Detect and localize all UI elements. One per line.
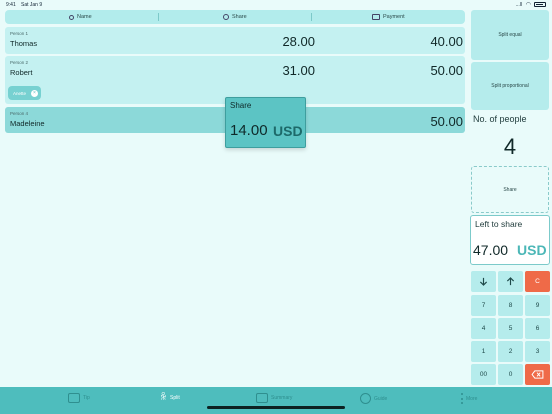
tab-more[interactable]: More	[460, 393, 477, 404]
tab-summary[interactable]: Summary	[256, 393, 292, 403]
person-name: Robert	[10, 68, 33, 77]
header-name-label: Name	[77, 14, 92, 20]
split-proportional-button[interactable]: Split proportional	[471, 62, 549, 110]
people-group-icon: ꆜ	[160, 392, 168, 402]
column-header: Name Share Payment	[5, 10, 465, 24]
person-share[interactable]: 31.00	[235, 63, 315, 78]
person-share[interactable]: 28.00	[235, 34, 315, 49]
key-9[interactable]: 9	[525, 295, 550, 316]
popover-title: Share	[230, 101, 252, 110]
key-00[interactable]: 00	[471, 364, 496, 385]
key-2[interactable]: 2	[498, 341, 523, 362]
person-row[interactable]: Person 1 Thomas 28.00 40.00	[5, 27, 465, 54]
person-label: Person 1	[10, 31, 29, 36]
person-icon	[69, 14, 74, 20]
credit-card-icon	[372, 14, 380, 20]
split-equal-button[interactable]: Split equal	[471, 10, 549, 60]
person-payment[interactable]: 50.00	[383, 114, 463, 129]
key-6[interactable]: 6	[525, 318, 550, 339]
tab-guide-label: Guide	[374, 395, 388, 402]
key-0[interactable]: 0	[498, 364, 523, 385]
person-name: Madeleine	[10, 119, 45, 128]
tab-tip-label: Tip	[83, 395, 90, 401]
arrow-up-button[interactable]	[498, 271, 523, 292]
person-payment[interactable]: 40.00	[383, 34, 463, 49]
tab-more-label: More	[466, 395, 478, 402]
backspace-icon	[531, 370, 544, 379]
guide-icon	[360, 393, 371, 404]
status-time: 9:41	[6, 2, 16, 8]
clear-button[interactable]: C	[525, 271, 550, 292]
popover-currency: USD	[273, 123, 303, 139]
more-icon	[460, 393, 463, 404]
summary-icon	[256, 393, 268, 403]
key-3[interactable]: 3	[525, 341, 550, 362]
left-value: 47.00	[473, 242, 509, 258]
wifi-icon: ◠	[525, 2, 531, 8]
tab-guide[interactable]: Guide	[360, 393, 387, 404]
people-label: No. of people	[473, 114, 527, 124]
tab-split[interactable]: ꆜ Split	[160, 393, 180, 402]
home-indicator	[207, 406, 345, 409]
header-divider	[311, 13, 312, 21]
key-8[interactable]: 8	[498, 295, 523, 316]
pie-icon	[223, 14, 229, 20]
tab-tip[interactable]: Tip	[68, 393, 90, 403]
header-share-label: Share	[232, 14, 247, 20]
person-label: Person 4	[10, 111, 29, 116]
share-drop-target[interactable]: Share	[471, 166, 549, 213]
share-popover[interactable]: Share 14.00 USD	[225, 97, 306, 148]
left-currency: USD	[517, 242, 547, 258]
left-label: Left to share	[475, 219, 523, 229]
people-count-panel[interactable]: No. of people 4	[471, 112, 549, 162]
key-7[interactable]: 7	[471, 295, 496, 316]
battery-icon	[534, 2, 546, 7]
person-name: Thomas	[10, 39, 38, 48]
arrow-down-button[interactable]	[471, 271, 496, 292]
header-share[interactable]: Share	[223, 10, 247, 24]
status-date: Sat Jan 9	[21, 2, 43, 8]
people-count: 4	[503, 134, 517, 159]
left-to-share-panel: Left to share 47.00 USD	[470, 215, 550, 265]
status-bar: 9:41 Sat Jan 9 ...ll ◠	[0, 0, 552, 9]
header-payment[interactable]: Payment	[372, 10, 405, 24]
arrow-up-icon	[506, 277, 515, 286]
backspace-button[interactable]	[525, 364, 550, 385]
close-icon[interactable]: ×	[31, 89, 39, 97]
person-payment[interactable]: 50.00	[383, 63, 463, 78]
key-4[interactable]: 4	[471, 318, 496, 339]
money-icon	[68, 393, 80, 403]
tab-summary-label: Summary	[271, 395, 293, 401]
chip-label: Anette	[13, 90, 27, 96]
popover-value: 14.00	[230, 122, 268, 139]
person-label: Person 2	[10, 60, 29, 65]
header-payment-label: Payment	[383, 14, 405, 20]
person-chip[interactable]: Anette ×	[8, 86, 42, 100]
tab-bar: Tip ꆜ Split Summary Guide More	[0, 387, 552, 414]
signal-icon: ...ll	[515, 2, 522, 8]
arrow-down-icon	[479, 277, 488, 286]
tab-split-label: Split	[170, 394, 180, 401]
key-5[interactable]: 5	[498, 318, 523, 339]
header-name[interactable]: Name	[69, 10, 92, 24]
header-divider	[158, 13, 159, 21]
key-1[interactable]: 1	[471, 341, 496, 362]
